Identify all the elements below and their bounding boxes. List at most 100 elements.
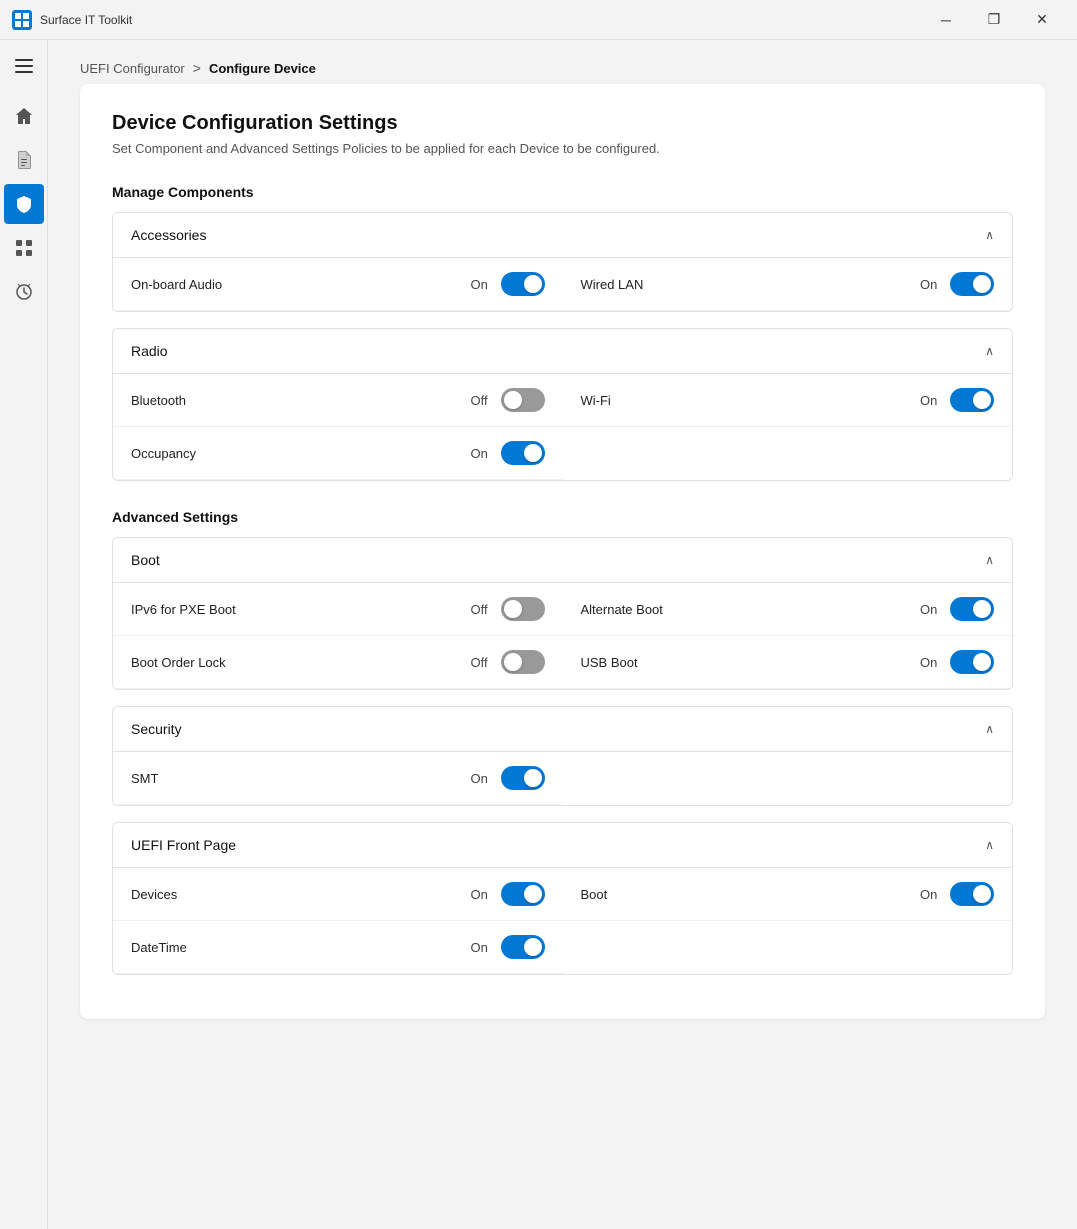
datetime-state: On	[471, 940, 493, 955]
radio-grid: Bluetooth Off Wi-Fi	[113, 374, 1012, 480]
sidebar-item-updates[interactable]	[4, 272, 44, 312]
shield-icon	[14, 194, 34, 214]
boot-label: Boot	[131, 552, 160, 568]
sidebar-item-documents[interactable]	[4, 140, 44, 180]
wired-lan-control: On	[920, 272, 994, 296]
maximize-button[interactable]: ❐	[971, 5, 1017, 35]
accessories-label: Accessories	[131, 227, 206, 243]
boot-content: IPv6 for PXE Boot Off	[113, 583, 1012, 689]
occupancy-control: On	[471, 441, 545, 465]
usb-boot-label: USB Boot	[581, 655, 638, 670]
boot-front-page-state: On	[920, 887, 942, 902]
boot-front-page-toggle[interactable]	[950, 882, 994, 906]
occupancy-state: On	[471, 446, 493, 461]
ipv6-pxe-control: Off	[471, 597, 545, 621]
advanced-settings-section: Advanced Settings Boot ∧ IPv6 for PXE Bo…	[112, 509, 1013, 975]
occupancy-toggle[interactable]	[501, 441, 545, 465]
sidebar-item-home[interactable]	[4, 96, 44, 136]
ipv6-pxe-label: IPv6 for PXE Boot	[131, 602, 236, 617]
wired-lan-toggle[interactable]	[950, 272, 994, 296]
sidebar-item-uefi[interactable]	[4, 184, 44, 224]
bluetooth-toggle[interactable]	[501, 388, 545, 412]
boot-front-page-control: On	[920, 882, 994, 906]
devices-toggle[interactable]	[501, 882, 545, 906]
sidebar-item-apps[interactable]	[4, 228, 44, 268]
apps-icon	[14, 238, 34, 258]
close-button[interactable]: ✕	[1019, 5, 1065, 35]
setting-occupancy: Occupancy On	[113, 427, 563, 480]
content-area: UEFI Configurator > Configure Device Dev…	[48, 40, 1077, 1229]
setting-bluetooth: Bluetooth Off	[113, 374, 563, 427]
accessories-accordion: Accessories ∧ On-board Audio On	[112, 212, 1013, 312]
security-accordion: Security ∧ SMT On	[112, 706, 1013, 806]
ipv6-pxe-state: Off	[471, 602, 493, 617]
page-subtitle: Set Component and Advanced Settings Poli…	[112, 141, 1013, 156]
breadcrumb-separator: >	[193, 60, 201, 76]
smt-state: On	[471, 771, 493, 786]
uefi-front-page-grid: Devices On Boot	[113, 868, 1012, 974]
bluetooth-control: Off	[471, 388, 545, 412]
alternate-boot-toggle[interactable]	[950, 597, 994, 621]
radio-accordion: Radio ∧ Bluetooth Off	[112, 328, 1013, 481]
security-accordion-header[interactable]: Security ∧	[113, 707, 1012, 752]
wired-lan-label: Wired LAN	[581, 277, 644, 292]
boot-chevron: ∧	[985, 553, 994, 567]
app-layout: UEFI Configurator > Configure Device Dev…	[0, 40, 1077, 1229]
devices-state: On	[471, 887, 493, 902]
usb-boot-state: On	[920, 655, 942, 670]
advanced-settings-header: Advanced Settings	[112, 509, 1013, 525]
alternate-boot-state: On	[920, 602, 942, 617]
occupancy-label: Occupancy	[131, 446, 196, 461]
sidebar	[0, 40, 48, 1229]
boot-accordion-header[interactable]: Boot ∧	[113, 538, 1012, 583]
boot-order-lock-toggle[interactable]	[501, 650, 545, 674]
boot-order-lock-control: Off	[471, 650, 545, 674]
usb-boot-control: On	[920, 650, 994, 674]
radio-label: Radio	[131, 343, 168, 359]
setting-ipv6-pxe: IPv6 for PXE Boot Off	[113, 583, 563, 636]
bluetooth-label: Bluetooth	[131, 393, 186, 408]
security-chevron: ∧	[985, 722, 994, 736]
hamburger-icon	[15, 59, 33, 73]
security-label: Security	[131, 721, 182, 737]
wifi-label: Wi-Fi	[581, 393, 611, 408]
setting-boot-order-lock: Boot Order Lock Off	[113, 636, 563, 689]
radio-accordion-header[interactable]: Radio ∧	[113, 329, 1012, 374]
uefi-front-page-header[interactable]: UEFI Front Page ∧	[113, 823, 1012, 868]
manage-components-section: Manage Components Accessories ∧ On-board…	[112, 184, 1013, 481]
accessories-content: On-board Audio On Wire	[113, 258, 1012, 311]
bluetooth-state: Off	[471, 393, 493, 408]
accessories-chevron: ∧	[985, 228, 994, 242]
ipv6-pxe-toggle[interactable]	[501, 597, 545, 621]
updates-icon	[14, 282, 34, 302]
radio-content: Bluetooth Off Wi-Fi	[113, 374, 1012, 480]
setting-devices: Devices On	[113, 868, 563, 921]
datetime-toggle[interactable]	[501, 935, 545, 959]
on-board-audio-control: On	[471, 272, 545, 296]
page-title: Device Configuration Settings	[112, 112, 1013, 135]
setting-wired-lan: Wired LAN On	[563, 258, 1013, 311]
uefi-front-page-content: Devices On Boot	[113, 868, 1012, 974]
usb-boot-toggle[interactable]	[950, 650, 994, 674]
breadcrumb-parent[interactable]: UEFI Configurator	[80, 61, 185, 76]
accessories-accordion-header[interactable]: Accessories ∧	[113, 213, 1012, 258]
hamburger-button[interactable]	[4, 48, 44, 84]
app-icon	[12, 10, 32, 30]
alternate-boot-control: On	[920, 597, 994, 621]
boot-front-page-label: Boot	[581, 887, 608, 902]
setting-usb-boot: USB Boot On	[563, 636, 1013, 689]
uefi-front-page-label: UEFI Front Page	[131, 837, 236, 853]
setting-boot-front-page: Boot On	[563, 868, 1013, 921]
home-icon	[14, 106, 34, 126]
datetime-control: On	[471, 935, 545, 959]
smt-toggle[interactable]	[501, 766, 545, 790]
title-bar-left: Surface IT Toolkit	[12, 10, 132, 30]
minimize-button[interactable]: ─	[923, 5, 969, 35]
setting-on-board-audio: On-board Audio On	[113, 258, 563, 311]
wifi-toggle[interactable]	[950, 388, 994, 412]
title-bar: Surface IT Toolkit ─ ❐ ✕	[0, 0, 1077, 40]
on-board-audio-toggle[interactable]	[501, 272, 545, 296]
devices-label: Devices	[131, 887, 177, 902]
smt-label: SMT	[131, 771, 158, 786]
security-grid: SMT On	[113, 752, 1012, 805]
